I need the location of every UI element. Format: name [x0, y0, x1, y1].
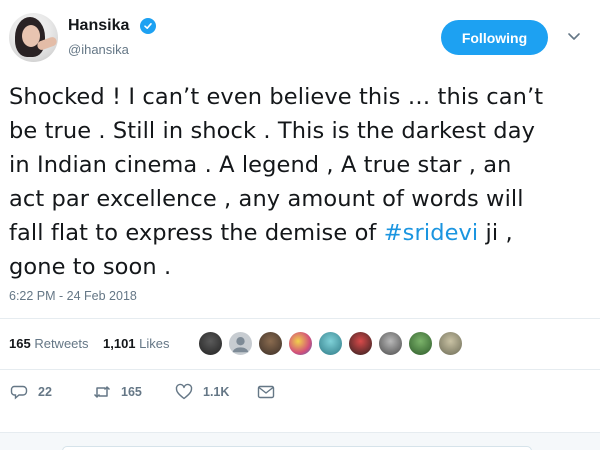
tweet-line: gone to soon . [9, 254, 172, 280]
reply-button[interactable]: 22 [10, 380, 52, 404]
tweet-line: be true . Still in shock . This is the d… [9, 118, 535, 144]
retweets-stat[interactable]: 165 Retweets [9, 336, 89, 351]
tweet-line: Shocked ! I can’t even believe this … th… [9, 84, 544, 110]
hashtag-link[interactable]: #sridevi [384, 220, 479, 246]
reply-icon [10, 385, 28, 400]
like-icon [175, 383, 193, 400]
reply-input[interactable] [62, 446, 532, 450]
tweet-line: in Indian cinema . A legend , A true sta… [9, 152, 512, 178]
like-button[interactable]: 1.1K [175, 380, 229, 404]
tweet-line-suffix: ji , [478, 220, 513, 246]
direct-message-icon [257, 385, 275, 399]
liker-avatar[interactable] [198, 331, 223, 356]
retweets-label: Retweets [34, 336, 89, 351]
liker-avatar[interactable] [258, 331, 283, 356]
retweet-icon [93, 386, 111, 398]
tweet-header: Hansika @ihansika Following [0, 0, 600, 70]
liker-avatar[interactable] [408, 331, 433, 356]
likes-label: Likes [139, 336, 170, 351]
likes-stat[interactable]: 1,101 Likes [103, 336, 170, 351]
tweet-line-text: fall flat to express the demise of [9, 220, 384, 246]
display-name[interactable]: Hansika [68, 17, 129, 35]
like-count: 1.1K [203, 385, 230, 399]
liker-avatar[interactable] [348, 331, 373, 356]
timestamp[interactable]: 6:22 PM - 24 Feb 2018 [9, 289, 137, 303]
chevron-down-icon[interactable] [566, 30, 582, 44]
likes-count: 1,101 [103, 336, 136, 351]
retweet-button[interactable]: 165 [93, 380, 142, 404]
user-handle[interactable]: @ihansika [68, 42, 129, 57]
reply-count: 22 [38, 385, 52, 399]
following-button[interactable]: Following [441, 20, 548, 55]
divider [0, 369, 600, 370]
liker-avatar[interactable] [378, 331, 403, 356]
divider [0, 318, 600, 319]
liker-avatar[interactable] [228, 331, 253, 356]
verified-badge-icon [140, 18, 156, 34]
retweet-count: 165 [121, 385, 142, 399]
retweets-count: 165 [9, 336, 31, 351]
liker-avatar[interactable] [318, 331, 343, 356]
tweet-text: Shocked ! I can’t even believe this … th… [9, 80, 594, 284]
tweet-line-with-hashtag: fall flat to express the demise of #srid… [9, 216, 594, 250]
avatar[interactable] [9, 13, 58, 62]
tweet-actions: 22 165 1.1K [0, 380, 600, 408]
tweet-line: act par excellence , any amount of words… [9, 186, 524, 212]
direct-message-button[interactable] [257, 380, 285, 404]
liker-avatar[interactable] [288, 331, 313, 356]
liker-avatar[interactable] [438, 331, 463, 356]
